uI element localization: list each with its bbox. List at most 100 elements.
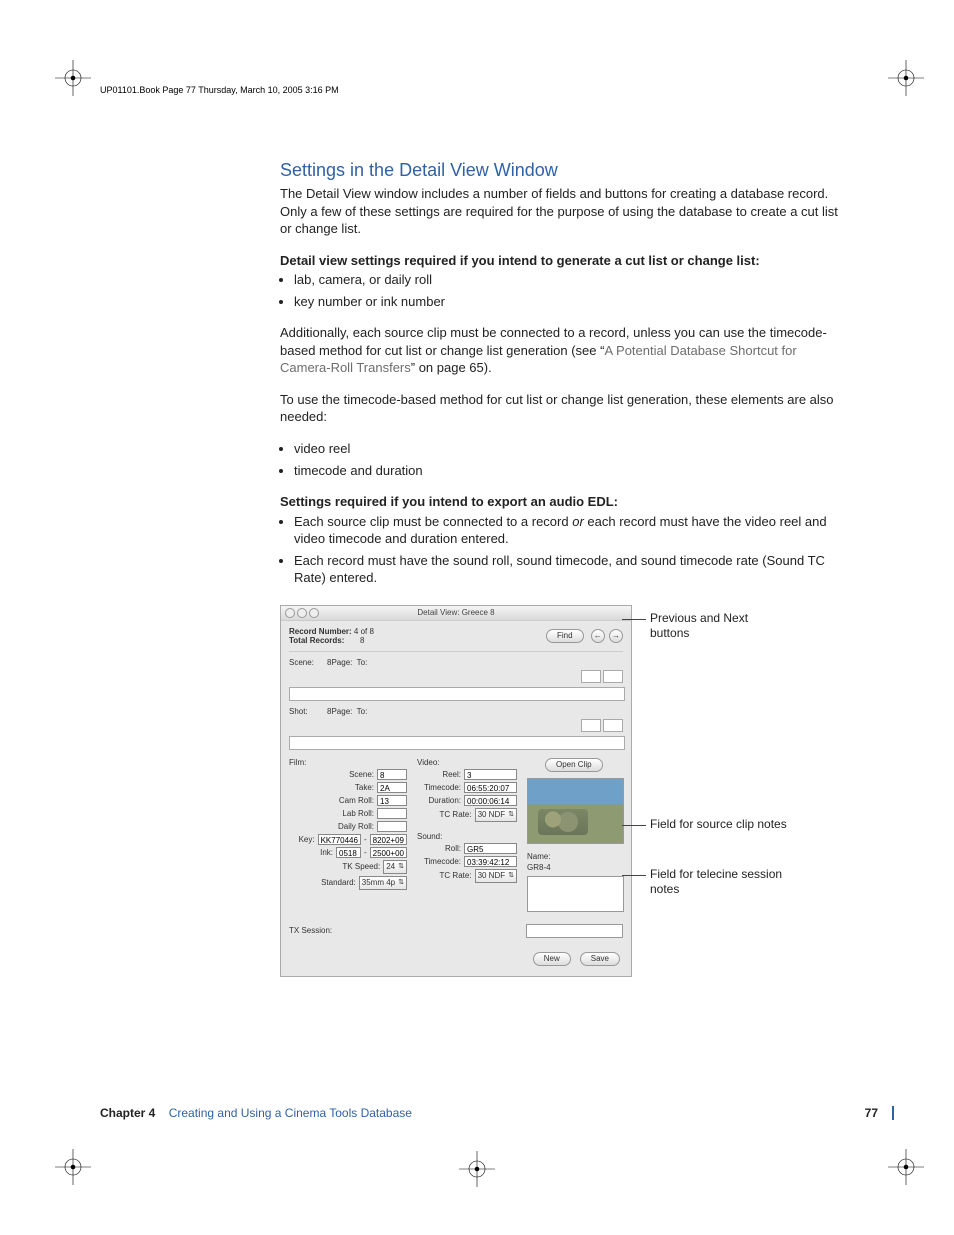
chevron-updown-icon: ⇅	[508, 809, 514, 821]
ink-suffix-input[interactable]: 2500+00	[370, 847, 407, 858]
standard-select[interactable]: 35mm 4p⇅	[359, 876, 407, 890]
film-scene-input[interactable]: 8	[377, 769, 407, 780]
paragraph: Additionally, each source clip must be c…	[280, 324, 840, 377]
page-from-input[interactable]	[581, 670, 601, 683]
video-tcrate-select[interactable]: 30 NDF⇅	[475, 808, 517, 822]
figure: Detail View: Greece 8 Record Number: 4 o…	[280, 605, 840, 977]
page-to-input[interactable]	[603, 670, 623, 683]
list-item: lab, camera, or daily roll	[294, 271, 840, 289]
page-number: 77	[865, 1106, 894, 1120]
detail-view-window: Detail View: Greece 8 Record Number: 4 o…	[280, 605, 632, 977]
crop-mark-icon	[459, 1151, 495, 1187]
text: ” on page 65).	[411, 360, 492, 375]
field-label: Timecode:	[417, 857, 461, 866]
preview-column: Open Clip Name: GR8-4	[527, 758, 627, 912]
sound-timecode-input[interactable]: 03:39:42:12	[464, 856, 517, 867]
window-title: Detail View: Greece 8	[281, 608, 631, 617]
sound-heading: Sound:	[417, 832, 517, 841]
callout-clip-notes: Field for source clip notes	[650, 817, 790, 833]
callout-tx-notes: Field for telecine session notes	[650, 867, 790, 898]
lab-roll-input[interactable]	[377, 808, 407, 819]
main-content: Settings in the Detail View Window The D…	[280, 160, 840, 977]
field-label: Standard:	[312, 878, 356, 887]
field-label: Daily Roll:	[330, 822, 374, 831]
header-slug: UP01101.Book Page 77 Thursday, March 10,…	[100, 85, 339, 95]
sound-tcrate-select[interactable]: 30 NDF⇅	[475, 869, 517, 883]
page-from-input[interactable]	[581, 719, 601, 732]
previous-button[interactable]: ←	[591, 629, 605, 643]
bullet-list: Each source clip must be connected to a …	[280, 513, 840, 587]
field-label: Scene:	[330, 770, 374, 779]
clip-thumbnail	[527, 778, 624, 844]
record-number-label: Record Number:	[289, 627, 352, 636]
sound-roll-input[interactable]: GR5	[464, 843, 517, 854]
field-label: Roll:	[417, 844, 461, 853]
window-titlebar: Detail View: Greece 8	[281, 606, 631, 621]
cam-roll-input[interactable]: 13	[377, 795, 407, 806]
record-number-value: 4 of 8	[354, 627, 374, 636]
field-label: TK Speed:	[336, 862, 380, 871]
video-sound-column: Video: Reel:3 Timecode:06:55:20:07 Durat…	[417, 758, 517, 912]
chevron-updown-icon: ⇅	[508, 870, 514, 882]
shot-description-input[interactable]	[289, 736, 625, 750]
field-label: Cam Roll:	[330, 796, 374, 805]
field-label: TC Rate:	[428, 810, 472, 819]
tx-session-input[interactable]	[526, 924, 623, 938]
field-label: Take:	[330, 783, 374, 792]
scene-description-input[interactable]	[289, 687, 625, 701]
clip-name-value: GR8-4	[527, 863, 627, 872]
crop-mark-icon	[888, 60, 924, 96]
total-records-value: 8	[360, 636, 364, 645]
tx-session-label: TX Session:	[289, 926, 332, 935]
subheading-cutlist: Detail view settings required if you int…	[280, 252, 840, 270]
text: Each source clip must be connected to a …	[294, 514, 572, 529]
scene-label: Scene:	[289, 658, 323, 667]
daily-roll-input[interactable]	[377, 821, 407, 832]
field-label: Key:	[271, 835, 315, 844]
to-label: To:	[357, 707, 368, 716]
page-label: Page:	[331, 707, 352, 716]
shot-label: Shot:	[289, 707, 323, 716]
page: UP01101.Book Page 77 Thursday, March 10,…	[0, 0, 954, 1235]
list-item: key number or ink number	[294, 293, 840, 311]
field-label: Timecode:	[417, 783, 461, 792]
text-emphasis: or	[572, 514, 584, 529]
bullet-list: lab, camera, or daily roll key number or…	[280, 271, 840, 310]
film-column: Film: Scene:8 Take:2A Cam Roll:13 Lab Ro…	[289, 758, 407, 912]
total-records-label: Total Records:	[289, 636, 344, 645]
find-button[interactable]: Find	[546, 629, 584, 643]
field-label: Ink:	[289, 848, 333, 857]
field-label: Lab Roll:	[330, 809, 374, 818]
chapter-label: Chapter 4	[100, 1106, 155, 1120]
page-footer: Chapter 4 Creating and Using a Cinema To…	[100, 1106, 894, 1120]
key-prefix-input[interactable]: KK770446	[318, 834, 361, 845]
video-heading: Video:	[417, 758, 517, 767]
bullet-list: video reel timecode and duration	[280, 440, 840, 479]
video-duration-input[interactable]: 00:00:06:14	[464, 795, 517, 806]
ink-prefix-input[interactable]: 0518	[336, 847, 361, 858]
open-clip-button[interactable]: Open Clip	[545, 758, 603, 772]
chevron-updown-icon: ⇅	[398, 877, 404, 889]
tk-speed-select[interactable]: 24⇅	[383, 860, 407, 874]
field-label: Duration:	[417, 796, 461, 805]
list-item: Each source clip must be connected to a …	[294, 513, 840, 548]
page-to-input[interactable]	[603, 719, 623, 732]
crop-mark-icon	[888, 1149, 924, 1185]
film-heading: Film:	[289, 758, 407, 767]
video-reel-input[interactable]: 3	[464, 769, 517, 780]
intro-paragraph: The Detail View window includes a number…	[280, 185, 840, 238]
chevron-updown-icon: ⇅	[398, 861, 404, 873]
next-button[interactable]: →	[609, 629, 623, 643]
page-label: Page:	[331, 658, 352, 667]
new-button[interactable]: New	[533, 952, 571, 966]
list-item: Each record must have the sound roll, so…	[294, 552, 840, 587]
subheading-audio-edl: Settings required if you intend to expor…	[280, 493, 840, 511]
callout-prev-next: Previous and Next buttons	[650, 611, 790, 642]
save-button[interactable]: Save	[580, 952, 620, 966]
key-suffix-input[interactable]: 8202+09	[370, 834, 407, 845]
chapter-title: Creating and Using a Cinema Tools Databa…	[169, 1106, 412, 1120]
clip-notes-input[interactable]	[527, 876, 624, 912]
film-take-input[interactable]: 2A	[377, 782, 407, 793]
paragraph: To use the timecode-based method for cut…	[280, 391, 840, 426]
video-timecode-input[interactable]: 06:55:20:07	[464, 782, 517, 793]
